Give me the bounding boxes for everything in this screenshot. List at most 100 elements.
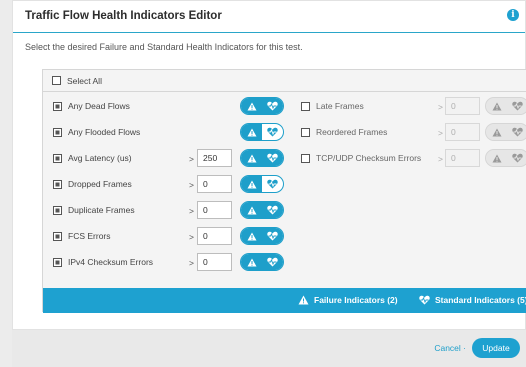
info-icon[interactable]: i xyxy=(507,9,519,21)
indicators-box: Select All Failure Indicators (2) Standa… xyxy=(42,69,526,313)
indicator-label: Late Frames xyxy=(316,101,364,111)
indicator-checkbox[interactable] xyxy=(53,154,62,163)
greater-than-symbol: > xyxy=(438,128,443,138)
indicator-label: TCP/UDP Checksum Errors xyxy=(316,153,422,163)
failure-toggle-button[interactable] xyxy=(241,228,262,244)
greater-than-symbol: > xyxy=(189,206,194,216)
indicator-label: Duplicate Frames xyxy=(68,205,135,215)
heart-pulse-icon xyxy=(267,179,278,189)
indicator-checkbox[interactable] xyxy=(53,232,62,241)
standard-toggle-button[interactable] xyxy=(262,98,283,114)
threshold-input[interactable]: 0 xyxy=(197,201,232,219)
greater-than-symbol: > xyxy=(189,180,194,190)
standard-toggle-button[interactable] xyxy=(262,202,283,218)
instructions-text: Select the desired Failure and Standard … xyxy=(25,42,303,52)
standard-toggle-button[interactable] xyxy=(507,124,526,140)
failure-toggle-button[interactable] xyxy=(241,176,262,192)
greater-than-symbol: > xyxy=(438,102,443,112)
heart-pulse-icon xyxy=(267,205,278,215)
threshold-input[interactable]: 250 xyxy=(197,149,232,167)
indicator-toggle-left-1[interactable] xyxy=(240,123,284,141)
failure-toggle-button[interactable] xyxy=(486,98,507,114)
indicator-checkbox[interactable] xyxy=(301,102,310,111)
indicator-checkbox[interactable] xyxy=(53,180,62,189)
warning-triangle-icon xyxy=(298,295,309,305)
cancel-label: Cancel xyxy=(434,343,461,353)
warning-triangle-icon xyxy=(492,154,501,162)
heart-pulse-icon xyxy=(267,257,278,267)
indicator-checkbox[interactable] xyxy=(53,128,62,137)
standard-toggle-button[interactable] xyxy=(507,150,526,166)
indicator-legend-bar: Failure Indicators (2) Standard Indicato… xyxy=(43,288,526,313)
failure-legend: Failure Indicators (2) xyxy=(298,295,398,305)
indicator-toggle-right-1[interactable] xyxy=(485,123,526,141)
warning-triangle-icon xyxy=(247,232,256,240)
warning-triangle-icon xyxy=(247,258,256,266)
indicator-toggle-left-0[interactable] xyxy=(240,97,284,115)
threshold-input[interactable]: 0 xyxy=(445,97,480,115)
warning-triangle-icon xyxy=(247,154,256,162)
heart-pulse-icon xyxy=(267,127,278,137)
greater-than-symbol: > xyxy=(189,232,194,242)
standard-toggle-button[interactable] xyxy=(507,98,526,114)
warning-triangle-icon xyxy=(492,102,501,110)
editor-panel: Traffic Flow Health Indicators Editor i … xyxy=(12,0,526,330)
heart-pulse-icon xyxy=(267,153,278,163)
indicator-label: Reordered Frames xyxy=(316,127,388,137)
indicator-label: Any Flooded Flows xyxy=(68,127,141,137)
standard-toggle-button[interactable] xyxy=(262,176,283,192)
standard-legend-label: Standard Indicators (5) xyxy=(435,295,526,305)
update-button[interactable]: Update xyxy=(472,338,520,358)
warning-triangle-icon xyxy=(247,102,256,110)
failure-toggle-button[interactable] xyxy=(241,124,262,140)
page-title: Traffic Flow Health Indicators Editor xyxy=(25,10,222,22)
threshold-input[interactable]: 0 xyxy=(197,253,232,271)
indicator-checkbox[interactable] xyxy=(301,128,310,137)
failure-toggle-button[interactable] xyxy=(241,150,262,166)
standard-toggle-button[interactable] xyxy=(262,124,283,140)
greater-than-symbol: > xyxy=(438,154,443,164)
indicator-checkbox[interactable] xyxy=(53,258,62,267)
indicator-toggle-right-0[interactable] xyxy=(485,97,526,115)
action-bar: Cancel · Update xyxy=(12,330,526,367)
indicator-toggle-left-6[interactable] xyxy=(240,253,284,271)
editor-header: Traffic Flow Health Indicators Editor i xyxy=(13,1,525,33)
cancel-button[interactable]: Cancel · xyxy=(434,343,466,353)
heart-pulse-icon xyxy=(419,295,430,305)
indicator-label: FCS Errors xyxy=(68,231,111,241)
heart-pulse-icon xyxy=(267,231,278,241)
greater-than-symbol: > xyxy=(189,258,194,268)
threshold-input[interactable]: 0 xyxy=(445,123,480,141)
warning-triangle-icon xyxy=(247,180,256,188)
indicator-label: Dropped Frames xyxy=(68,179,132,189)
heart-pulse-icon xyxy=(267,101,278,111)
greater-than-symbol: > xyxy=(189,154,194,164)
failure-toggle-button[interactable] xyxy=(241,98,262,114)
failure-toggle-button[interactable] xyxy=(241,254,262,270)
indicator-checkbox[interactable] xyxy=(53,206,62,215)
warning-triangle-icon xyxy=(492,128,501,136)
indicator-toggle-left-2[interactable] xyxy=(240,149,284,167)
indicator-checkbox[interactable] xyxy=(301,154,310,163)
standard-toggle-button[interactable] xyxy=(262,150,283,166)
select-all-checkbox[interactable] xyxy=(52,76,61,85)
indicator-toggle-left-3[interactable] xyxy=(240,175,284,193)
heart-pulse-icon xyxy=(512,101,523,111)
heart-pulse-icon xyxy=(512,127,523,137)
indicator-toggle-left-5[interactable] xyxy=(240,227,284,245)
indicator-toggle-left-4[interactable] xyxy=(240,201,284,219)
select-all-label: Select All xyxy=(67,76,102,86)
failure-toggle-button[interactable] xyxy=(486,124,507,140)
threshold-input[interactable]: 0 xyxy=(197,175,232,193)
indicator-label: IPv4 Checksum Errors xyxy=(68,257,154,267)
indicator-checkbox[interactable] xyxy=(53,102,62,111)
threshold-input[interactable]: 0 xyxy=(197,227,232,245)
standard-toggle-button[interactable] xyxy=(262,228,283,244)
warning-triangle-icon xyxy=(247,128,256,136)
failure-toggle-button[interactable] xyxy=(486,150,507,166)
indicator-toggle-right-2[interactable] xyxy=(485,149,526,167)
standard-toggle-button[interactable] xyxy=(262,254,283,270)
threshold-input[interactable]: 0 xyxy=(445,149,480,167)
failure-toggle-button[interactable] xyxy=(241,202,262,218)
warning-triangle-icon xyxy=(247,206,256,214)
